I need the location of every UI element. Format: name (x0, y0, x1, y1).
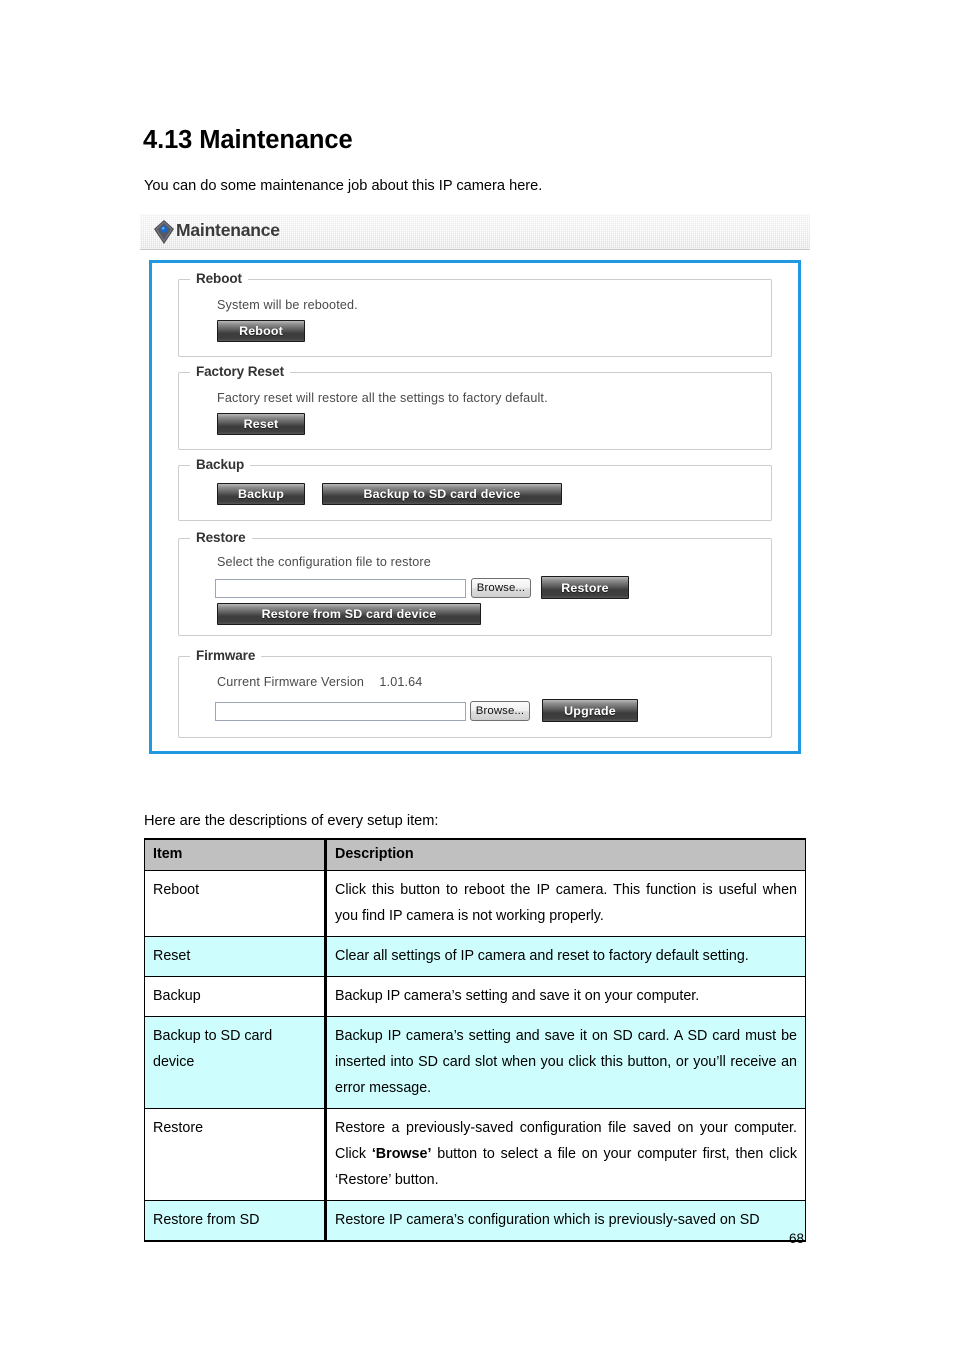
maintenance-screenshot: Maintenance Reboot System will be reboot… (140, 214, 810, 759)
reboot-button[interactable]: Reboot (217, 320, 305, 342)
factory-reset-legend: Factory Reset (190, 364, 290, 379)
firmware-file-input[interactable] (215, 702, 466, 721)
firmware-legend: Firmware (190, 648, 262, 663)
table-cell-item: Backup (144, 975, 326, 1017)
page-title: 4.13 Maintenance (143, 126, 353, 154)
firmware-group: Firmware Current Firmware Version 1.01.6… (178, 648, 772, 738)
table-cell-item: Reboot (144, 869, 326, 937)
table-row: Restore Restore a previously-saved confi… (144, 1107, 806, 1201)
table-cell-item: Restore from SD (144, 1199, 326, 1242)
description-table: Item Description Reboot Click this butto… (144, 837, 806, 1242)
table-cell-item: Reset (144, 935, 326, 977)
table-cell-description: Clear all settings of IP camera and rese… (324, 935, 806, 977)
table-cell-item: Restore (144, 1107, 326, 1201)
restore-button[interactable]: Restore (541, 576, 629, 599)
table-cell-description: Backup IP camera’s setting and save it o… (324, 975, 806, 1017)
gem-diamond-icon (154, 220, 174, 244)
restore-file-input[interactable] (215, 579, 466, 598)
table-row: Backup Backup IP camera’s setting and sa… (144, 975, 806, 1017)
backup-button[interactable]: Backup (217, 483, 305, 505)
restore-group: Restore Select the configuration file to… (178, 530, 772, 636)
table-intro-paragraph: Here are the descriptions of every setup… (144, 813, 439, 829)
page-number: 68 (789, 1231, 805, 1246)
firmware-version-label: Current Firmware Version (217, 675, 365, 689)
backup-group: Backup Backup Backup to SD card device (178, 457, 772, 521)
panel-title: Maintenance (176, 220, 280, 240)
table-cell-description: Click this button to reboot the IP camer… (324, 869, 806, 937)
table-row: Reset Clear all settings of IP camera an… (144, 935, 806, 977)
restore-legend: Restore (190, 530, 252, 545)
table-row: Restore from SD Restore IP camera’s conf… (144, 1199, 806, 1242)
firmware-version-value: 1.01.64 (379, 675, 423, 689)
factory-reset-button[interactable]: Reset (217, 413, 305, 435)
reboot-group: Reboot System will be rebooted. Reboot (178, 271, 772, 357)
document-page: 4.13 Maintenance You can do some mainten… (0, 0, 954, 1350)
backup-to-sd-card-button[interactable]: Backup to SD card device (322, 483, 562, 505)
panel-body: Reboot System will be rebooted. Reboot F… (149, 260, 801, 754)
table-row: Backup to SD card device Backup IP camer… (144, 1015, 806, 1109)
table-cell-item: Backup to SD card device (144, 1015, 326, 1109)
table-cell-description: Restore IP camera’s configuration which … (324, 1199, 806, 1242)
restore-from-sd-card-button[interactable]: Restore from SD card device (217, 603, 481, 625)
firmware-upgrade-button[interactable]: Upgrade (542, 699, 638, 722)
restore-browse-button[interactable]: Browse... (471, 578, 531, 598)
reboot-description: System will be rebooted. (217, 298, 358, 312)
restore-description: Select the configuration file to restore (217, 555, 431, 569)
intro-paragraph: You can do some maintenance job about th… (144, 178, 543, 194)
backup-legend: Backup (190, 457, 251, 472)
factory-reset-group: Factory Reset Factory reset will restore… (178, 364, 772, 450)
table-cell-description: Backup IP camera’s setting and save it o… (324, 1015, 806, 1109)
desc-bold-browse: ‘Browse’ (371, 1145, 432, 1162)
factory-reset-description: Factory reset will restore all the setti… (217, 391, 548, 405)
table-header-row: Item Description (144, 837, 806, 871)
firmware-browse-button[interactable]: Browse... (470, 701, 530, 721)
table-header-item: Item (144, 837, 326, 871)
table-header-description: Description (324, 837, 806, 871)
reboot-legend: Reboot (190, 271, 248, 286)
table-row: Reboot Click this button to reboot the I… (144, 869, 806, 937)
table-cell-description: Restore a previously-saved configuration… (324, 1107, 806, 1201)
